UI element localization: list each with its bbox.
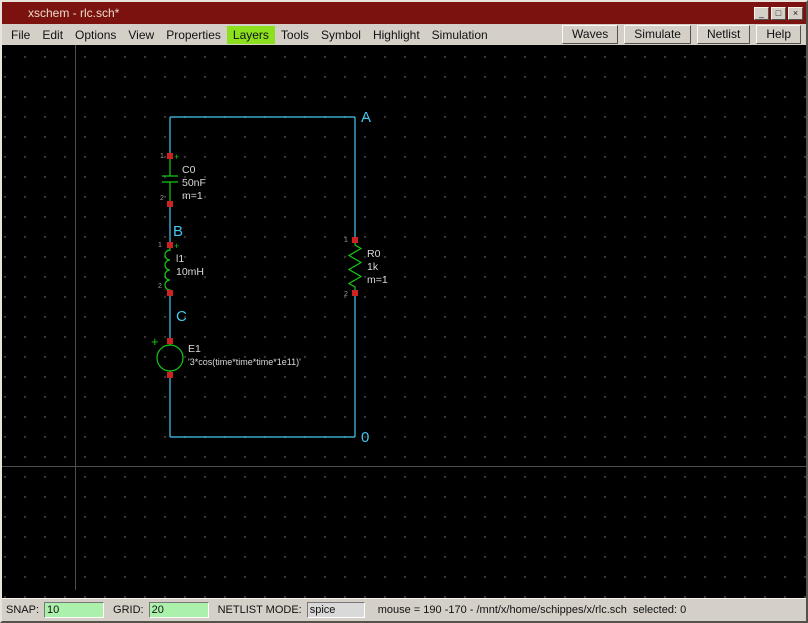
- statusbar: SNAP: GRID: NETLIST MODE: mouse = 190 -1…: [2, 598, 806, 621]
- waves-button[interactable]: Waves: [562, 25, 618, 44]
- pin-number: 2: [344, 291, 348, 298]
- window-controls: _ □ ×: [754, 7, 803, 20]
- minimize-button[interactable]: _: [754, 7, 769, 20]
- net-label-c[interactable]: C: [176, 308, 187, 325]
- resistor-symbol: [349, 240, 361, 293]
- component-mult: m=1: [182, 190, 203, 202]
- grid-input[interactable]: [149, 602, 209, 618]
- schematic-drawing[interactable]: 1 + 2 C0 50nF m=1 1 + 2 l1 10mH +: [2, 45, 806, 598]
- component-ref: C0: [182, 164, 196, 176]
- menu-layers[interactable]: Layers: [227, 26, 275, 44]
- component-source-e1[interactable]: + E1 '3*cos(time*time*time*1e11)': [151, 334, 301, 375]
- menu-tools[interactable]: Tools: [275, 26, 315, 44]
- schematic-canvas[interactable]: 1 + 2 C0 50nF m=1 1 + 2 l1 10mH +: [2, 45, 806, 598]
- mouse-status: mouse = 190 -170 - /mnt/x/home/schippes/…: [378, 604, 686, 616]
- pin-number: 1: [160, 153, 164, 160]
- net-label-b[interactable]: B: [173, 223, 183, 240]
- simulate-button[interactable]: Simulate: [624, 25, 691, 44]
- maximize-icon: □: [776, 9, 781, 18]
- maximize-button[interactable]: □: [771, 7, 786, 20]
- netlist-mode-label: NETLIST MODE:: [218, 604, 302, 616]
- net-label-gnd[interactable]: 0: [361, 429, 369, 446]
- source-circle: [157, 345, 183, 371]
- component-ref: E1: [188, 343, 201, 355]
- menu-options[interactable]: Options: [69, 26, 122, 44]
- component-value: 1k: [367, 261, 379, 273]
- menu-file[interactable]: File: [5, 26, 36, 44]
- net-label-a[interactable]: A: [361, 109, 371, 126]
- grid-label: GRID:: [113, 604, 144, 616]
- component-mult: m=1: [367, 274, 388, 286]
- menubar: File Edit Options View Properties Layers…: [2, 24, 806, 45]
- pin-number: 1: [344, 237, 348, 244]
- window-title: xschem - rlc.sch*: [28, 6, 119, 20]
- titlebar[interactable]: xschem - rlc.sch* _ □ ×: [2, 2, 806, 24]
- component-ref: R0: [367, 248, 381, 260]
- minimize-icon: _: [759, 9, 764, 18]
- netlist-button[interactable]: Netlist: [697, 25, 750, 44]
- component-value: 50nF: [182, 177, 206, 189]
- menu-symbol[interactable]: Symbol: [315, 26, 367, 44]
- pin-number: 2: [160, 195, 164, 202]
- polarity-plus-icon: +: [174, 241, 179, 251]
- component-resistor-r0[interactable]: 1 2 R0 1k m=1: [344, 237, 388, 298]
- help-button[interactable]: Help: [756, 25, 801, 44]
- component-ref: l1: [176, 253, 184, 265]
- component-value: 10mH: [176, 266, 204, 278]
- pin-number: 2: [158, 283, 162, 290]
- polarity-plus-icon: +: [151, 334, 159, 349]
- netlist-mode-input[interactable]: [307, 602, 365, 618]
- pin-number: 1: [158, 242, 162, 249]
- menu-edit[interactable]: Edit: [36, 26, 69, 44]
- inductor-symbol: [165, 245, 170, 293]
- component-inductor-l1[interactable]: 1 + 2 l1 10mH: [158, 241, 204, 293]
- polarity-plus-icon: +: [174, 152, 179, 162]
- capacitor-symbol: [162, 156, 178, 204]
- component-value: '3*cos(time*time*time*1e11)': [188, 357, 301, 367]
- snap-label: SNAP:: [6, 604, 39, 616]
- menubar-buttons: Waves Simulate Netlist Help: [562, 25, 803, 44]
- component-capacitor-c0[interactable]: 1 + 2 C0 50nF m=1: [160, 152, 206, 204]
- menu-view[interactable]: View: [122, 26, 160, 44]
- menu-simulation[interactable]: Simulation: [426, 26, 494, 44]
- snap-input[interactable]: [44, 602, 104, 618]
- menu-highlight[interactable]: Highlight: [367, 26, 426, 44]
- close-icon: ×: [793, 9, 798, 18]
- menu-properties[interactable]: Properties: [160, 26, 227, 44]
- close-button[interactable]: ×: [788, 7, 803, 20]
- xschem-window: xschem - rlc.sch* _ □ × File Edit Option…: [0, 0, 808, 623]
